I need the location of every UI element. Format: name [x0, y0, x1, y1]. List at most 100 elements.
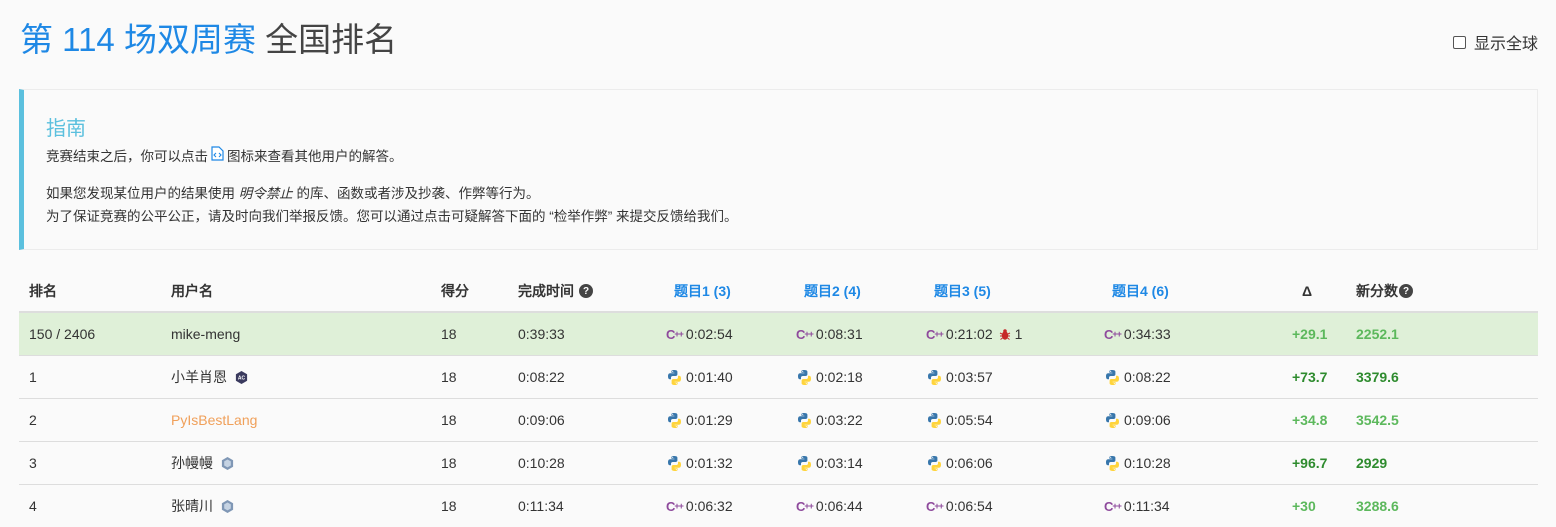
cpp-icon[interactable]: C++: [666, 327, 684, 342]
score-cell: 18: [441, 498, 457, 514]
my-rank-row[interactable]: 150 / 2406 mike-meng 18 0:39:33 C++ 0:02:54 C+…: [19, 313, 1538, 356]
rank-cell: 150 / 2406: [29, 326, 96, 342]
table-row[interactable]: 1 小羊肖恩 AC 18 0:08:22 0:01:40 0:02:18 0:03:57 0:0…: [19, 356, 1538, 399]
header-score: 得分: [441, 283, 469, 299]
cpp-icon[interactable]: C++: [926, 499, 944, 514]
table-row[interactable]: 3 孙幔幔 18 0:10:28 0:01:32 0:03:14 0:06:06 0:10:2…: [19, 442, 1538, 485]
wrong-submissions-count: 1: [1014, 326, 1023, 342]
username-link[interactable]: 张晴川: [171, 496, 213, 516]
q3-cell[interactable]: C++ 0:21:02 1: [926, 313, 1022, 355]
finish-time-cell: 0:08:22: [518, 369, 565, 385]
guide-line-2: 如果您发现某位用户的结果使用 明令禁止 的库、函数或者涉及抄袭、作弊等行为。: [46, 186, 540, 201]
show-global-label: 显示全球: [1473, 36, 1538, 53]
q3-cell[interactable]: C++ 0:06:54: [926, 485, 993, 527]
q4-cell[interactable]: 0:08:22: [1104, 356, 1171, 398]
header-new-score: 新分数?: [1356, 271, 1413, 311]
q2-cell[interactable]: C++ 0:06:44: [796, 485, 863, 527]
user-cell[interactable]: 张晴川: [171, 485, 235, 527]
new-rating: 3542.5: [1356, 412, 1399, 428]
python-icon[interactable]: [926, 369, 943, 386]
guide-title: 指南: [46, 118, 86, 140]
user-cell[interactable]: mike-meng: [171, 313, 240, 355]
q2-cell[interactable]: 0:02:18: [796, 356, 863, 398]
python-icon[interactable]: [1104, 412, 1121, 429]
user-cell[interactable]: 小羊肖恩 AC: [171, 356, 249, 398]
header-delta: Δ: [1302, 283, 1313, 299]
show-global-toggle[interactable]: 显示全球: [1452, 30, 1538, 54]
rating-delta: +30: [1292, 498, 1316, 514]
cpp-icon[interactable]: C++: [1104, 327, 1122, 342]
score-cell: 18: [441, 455, 457, 471]
python-icon[interactable]: [1104, 369, 1121, 386]
username-link[interactable]: 小羊肖恩: [171, 367, 227, 387]
python-icon[interactable]: [926, 412, 943, 429]
q4-cell[interactable]: 0:09:06: [1104, 399, 1171, 441]
python-icon[interactable]: [796, 412, 813, 429]
q4-cell[interactable]: 0:10:28: [1104, 442, 1171, 484]
help-icon[interactable]: ?: [1399, 284, 1413, 298]
header-q3[interactable]: 题目3 (5): [934, 271, 991, 311]
username-link[interactable]: PyIsBestLang: [171, 412, 257, 428]
cpp-icon[interactable]: C++: [926, 327, 944, 342]
q2-cell[interactable]: 0:03:14: [796, 442, 863, 484]
help-icon[interactable]: ?: [579, 284, 593, 298]
ranking-table: 排名 用户名 得分 完成时间? 题目1 (3) 题目2 (4) 题目3 (5) …: [19, 271, 1538, 527]
q1-cell[interactable]: 0:01:32: [666, 442, 733, 484]
new-rating: 2252.1: [1356, 326, 1399, 342]
rank-badge-icon: [220, 499, 235, 514]
score-cell: 18: [441, 369, 457, 385]
user-cell[interactable]: 孙幔幔: [171, 442, 235, 484]
user-cell[interactable]: PyIsBestLang: [171, 399, 257, 441]
q2-cell[interactable]: 0:03:22: [796, 399, 863, 441]
new-rating: 3379.6: [1356, 369, 1399, 385]
q2-cell[interactable]: C++ 0:08:31: [796, 313, 863, 355]
python-icon[interactable]: [666, 455, 683, 472]
rating-delta: +96.7: [1292, 455, 1328, 471]
python-icon[interactable]: [926, 455, 943, 472]
q4-cell[interactable]: C++ 0:11:34: [1104, 485, 1170, 527]
forbidden-emphasis: 明令禁止: [238, 186, 293, 201]
python-icon[interactable]: [666, 369, 683, 386]
cpp-icon[interactable]: C++: [666, 499, 684, 514]
header-q1[interactable]: 题目1 (3): [674, 271, 731, 311]
q1-cell[interactable]: 0:01:29: [666, 399, 733, 441]
q3-cell[interactable]: 0:05:54: [926, 399, 993, 441]
q1-cell[interactable]: C++ 0:06:32: [666, 485, 733, 527]
header-q2[interactable]: 题目2 (4): [804, 271, 861, 311]
table-row[interactable]: 2 PyIsBestLang 18 0:09:06 0:01:29 0:03:22 0:05…: [19, 399, 1538, 442]
new-rating: 2929: [1356, 455, 1388, 471]
finish-time-cell: 0:39:33: [518, 326, 565, 342]
q3-cell[interactable]: 0:06:06: [926, 442, 993, 484]
svg-text:AC: AC: [238, 375, 246, 381]
page-header: 第 114 场双周赛 全国排名 显示全球: [20, 18, 1538, 64]
header-rank: 排名: [29, 283, 57, 299]
table-header: 排名 用户名 得分 完成时间? 题目1 (3) 题目2 (4) 题目3 (5) …: [19, 271, 1538, 313]
new-rating: 3288.6: [1356, 498, 1399, 514]
header-user: 用户名: [171, 283, 213, 299]
cpp-icon[interactable]: C++: [796, 327, 814, 342]
bug-icon: [999, 328, 1011, 341]
cpp-icon[interactable]: C++: [1104, 499, 1122, 514]
finish-time-cell: 0:09:06: [518, 412, 565, 428]
python-icon[interactable]: [796, 369, 813, 386]
ac-badge-icon: AC: [234, 370, 249, 385]
q4-cell[interactable]: C++ 0:34:33: [1104, 313, 1171, 355]
rating-delta: +29.1: [1292, 326, 1328, 342]
q1-cell[interactable]: 0:01:40: [666, 356, 733, 398]
q1-cell[interactable]: C++ 0:02:54: [666, 313, 733, 355]
q3-cell[interactable]: 0:03:57: [926, 356, 993, 398]
cpp-icon[interactable]: C++: [796, 499, 814, 514]
table-body: 150 / 2406 mike-meng 18 0:39:33 C++ 0:02:54 C+…: [19, 313, 1538, 527]
username-link[interactable]: mike-meng: [171, 326, 240, 342]
show-global-checkbox[interactable]: [1452, 35, 1466, 49]
finish-time-cell: 0:10:28: [518, 455, 565, 471]
python-icon[interactable]: [796, 455, 813, 472]
username-link[interactable]: 孙幔幔: [171, 453, 213, 473]
rating-delta: +34.8: [1292, 412, 1328, 428]
code-file-icon: [211, 146, 224, 168]
python-icon[interactable]: [666, 412, 683, 429]
python-icon[interactable]: [1104, 455, 1121, 472]
header-q4[interactable]: 题目4 (6): [1112, 271, 1169, 311]
table-row[interactable]: 4 张晴川 18 0:11:34 C++ 0:06:32 C++ 0:06:44 C++ 0:06…: [19, 485, 1538, 527]
ranking-label: 全国排名: [265, 21, 398, 58]
